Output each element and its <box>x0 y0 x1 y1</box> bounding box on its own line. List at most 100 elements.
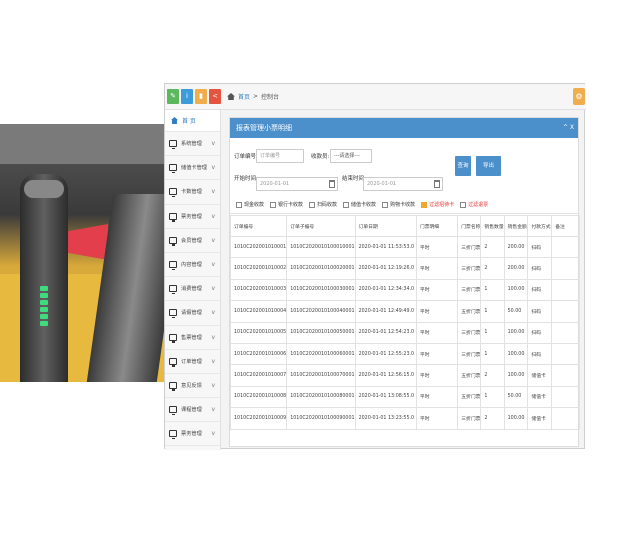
sidebar-item[interactable]: 票务管理 v <box>165 422 220 447</box>
sidebar-item[interactable]: 消费管理 v <box>165 277 220 302</box>
filter-checkbox[interactable]: 购物卡收款 <box>382 201 415 208</box>
column-header[interactable]: 付款方式 <box>527 215 553 237</box>
column-header[interactable]: 销售数量 <box>480 215 505 237</box>
gear-icon[interactable]: ⚙ <box>573 88 585 105</box>
table-cell: 2 <box>480 407 505 430</box>
top-bar: ✎ i ▮ < 首页 > 控制台 ⚙ <box>165 84 586 110</box>
monitor-icon <box>169 236 177 246</box>
checkbox-box[interactable] <box>309 201 316 208</box>
table-row[interactable]: 1010C202001010003 1010C2020010100030001 20… <box>229 278 580 302</box>
sidebar-item[interactable]: 请假管理 v <box>165 301 220 326</box>
calendar-icon[interactable] <box>434 180 440 188</box>
table-cell: 五折门票 <box>457 385 482 409</box>
column-header[interactable]: 门票名称 <box>457 215 482 237</box>
table-cell: 1010C202001010003 <box>229 278 288 302</box>
order-no-input[interactable]: 订单编号 <box>256 149 304 163</box>
monitor-icon <box>169 381 177 391</box>
photo-flap-left <box>68 224 108 260</box>
edit-icon[interactable]: ✎ <box>167 89 179 104</box>
table-row[interactable]: 1010C202001010001 1010C2020010100010001 20… <box>229 235 580 259</box>
query-button[interactable]: 查询 <box>455 156 471 176</box>
table-cell: 平时 <box>415 278 459 302</box>
table-cell: 2020-01-01 12:49:49.0 <box>354 300 417 323</box>
filter-checkbox[interactable]: 扫码收款 <box>309 201 337 208</box>
table-cell: 100.00 <box>503 342 529 366</box>
sidebar-item-label: 售票管理 <box>181 334 202 341</box>
column-header[interactable]: 订单日期 <box>354 215 417 237</box>
end-date-input[interactable]: 2020-01-01 <box>363 177 443 191</box>
table-row[interactable]: 1010C202001010004 1010C2020010100040001 20… <box>229 300 580 323</box>
table-row[interactable]: 1010C202001010009 1010C2020010100090001 20… <box>229 407 580 430</box>
sidebar-item[interactable]: 订单管理 v <box>165 350 220 374</box>
filter-checkbox[interactable]: 现金收款 <box>236 201 264 208</box>
chevron-down-icon: v <box>211 309 215 317</box>
sidebar-item[interactable]: 意见反馈 v <box>165 374 220 399</box>
share-icon[interactable]: < <box>209 89 221 104</box>
sidebar-item[interactable]: 系统管理 v <box>165 132 220 157</box>
checkbox-label: 购物卡收款 <box>390 202 416 208</box>
checkbox-box[interactable] <box>236 201 242 208</box>
monitor-icon <box>169 140 177 150</box>
table-cell: 2020-01-01 12:54:23.0 <box>354 321 417 344</box>
filter-checkbox[interactable]: 储值卡收款 <box>343 201 376 208</box>
chevron-down-icon: v <box>211 333 215 341</box>
checkbox-box[interactable] <box>460 201 467 208</box>
filter-checkbox[interactable]: 过滤招待卡 <box>421 201 454 208</box>
checkbox-box[interactable] <box>343 201 350 208</box>
sidebar-item[interactable]: 票务管理 v <box>165 205 220 229</box>
table-row[interactable]: 1010C202001010002 1010C2020010100020001 20… <box>229 257 580 280</box>
trash-icon[interactable]: ▮ <box>195 89 207 104</box>
sidebar-item[interactable]: 课程管理 v <box>165 398 220 423</box>
filter-checkbox[interactable]: 银行卡收款 <box>270 201 303 208</box>
checkbox-box[interactable] <box>382 201 389 208</box>
end-date-value: 2020-01-01 <box>367 181 397 187</box>
table-row[interactable]: 1010C202001010005 1010C2020010100050001 20… <box>229 321 580 344</box>
sidebar-item-home[interactable]: 首 页 <box>165 110 220 132</box>
column-header[interactable]: 订单子编号 <box>286 215 356 237</box>
table-cell: 50.00 <box>503 300 529 323</box>
sidebar-item[interactable]: 内容管理 v <box>165 253 220 278</box>
column-header[interactable]: 备注 <box>551 215 580 237</box>
table-row[interactable]: 1010C202001010007 1010C2020010100070001 20… <box>229 364 580 387</box>
sidebar-item[interactable]: 储值卡管理 v <box>165 156 220 181</box>
ticket-detail-table: 订单编号 订单子编号 订单日期 门票明细 门票名称 销售数量 销售金额 付款方式 备注 1010… <box>229 215 580 430</box>
column-header[interactable]: 订单编号 <box>229 215 288 237</box>
chevron-down-icon: v <box>211 164 215 172</box>
cashier-select[interactable]: ---请选择--- <box>330 149 372 163</box>
table-cell: 平时 <box>415 235 459 259</box>
column-header[interactable]: 门票明细 <box>415 215 459 237</box>
sidebar-item-label: 卡数管理 <box>181 189 202 196</box>
sidebar-item[interactable]: 卡数管理 v <box>165 180 220 205</box>
sidebar-item[interactable]: 会员管理 v <box>165 229 220 253</box>
table-cell: 100.00 <box>503 364 529 387</box>
column-header[interactable]: 销售金额 <box>503 215 529 237</box>
checkbox-box[interactable] <box>270 201 277 208</box>
panel-header: 报表管理小票明细 ^ X <box>230 118 578 138</box>
chevron-down-icon: v <box>211 188 215 196</box>
panel-controls[interactable]: ^ X <box>563 118 574 138</box>
table-cell: 平时 <box>415 257 459 280</box>
checkbox-label: 过滤退票 <box>468 202 489 208</box>
table-row[interactable]: 1010C202001010008 1010C2020010100080001 20… <box>229 385 580 409</box>
sidebar-item-label: 票务管理 <box>181 431 202 438</box>
start-date-input[interactable]: 2020-01-01 <box>256 177 338 191</box>
table-cell: 平时 <box>415 300 459 323</box>
app-window: ✎ i ▮ < 首页 > 控制台 ⚙ 首 页 系统管理 v 储值卡管理 v 卡数管理 v 票… <box>164 83 586 450</box>
breadcrumb-home[interactable]: 首页 <box>238 92 250 101</box>
sidebar-item[interactable]: 售票管理 v <box>165 326 220 350</box>
filter-checkbox[interactable]: 过滤退票 <box>460 201 488 208</box>
calendar-icon[interactable] <box>329 180 335 188</box>
table-cell: 平时 <box>415 321 459 344</box>
table-cell: 100.00 <box>503 278 529 302</box>
photo-gate-top <box>24 180 64 198</box>
table-cell: 200.00 <box>503 257 529 280</box>
checkbox-box[interactable] <box>421 201 428 208</box>
table-row[interactable]: 1010C202001010006 1010C2020010100060001 20… <box>229 342 580 366</box>
table-cell: 1010C202001010005 <box>229 321 288 344</box>
chevron-down-icon: v <box>211 212 215 220</box>
export-excel-button[interactable]: 导出Excel <box>476 156 501 189</box>
sidebar-item-label: 订单管理 <box>181 358 202 365</box>
info-icon[interactable]: i <box>181 89 193 104</box>
breadcrumb: 首页 > 控制台 <box>227 92 279 101</box>
photo-gate-lights <box>40 284 50 340</box>
